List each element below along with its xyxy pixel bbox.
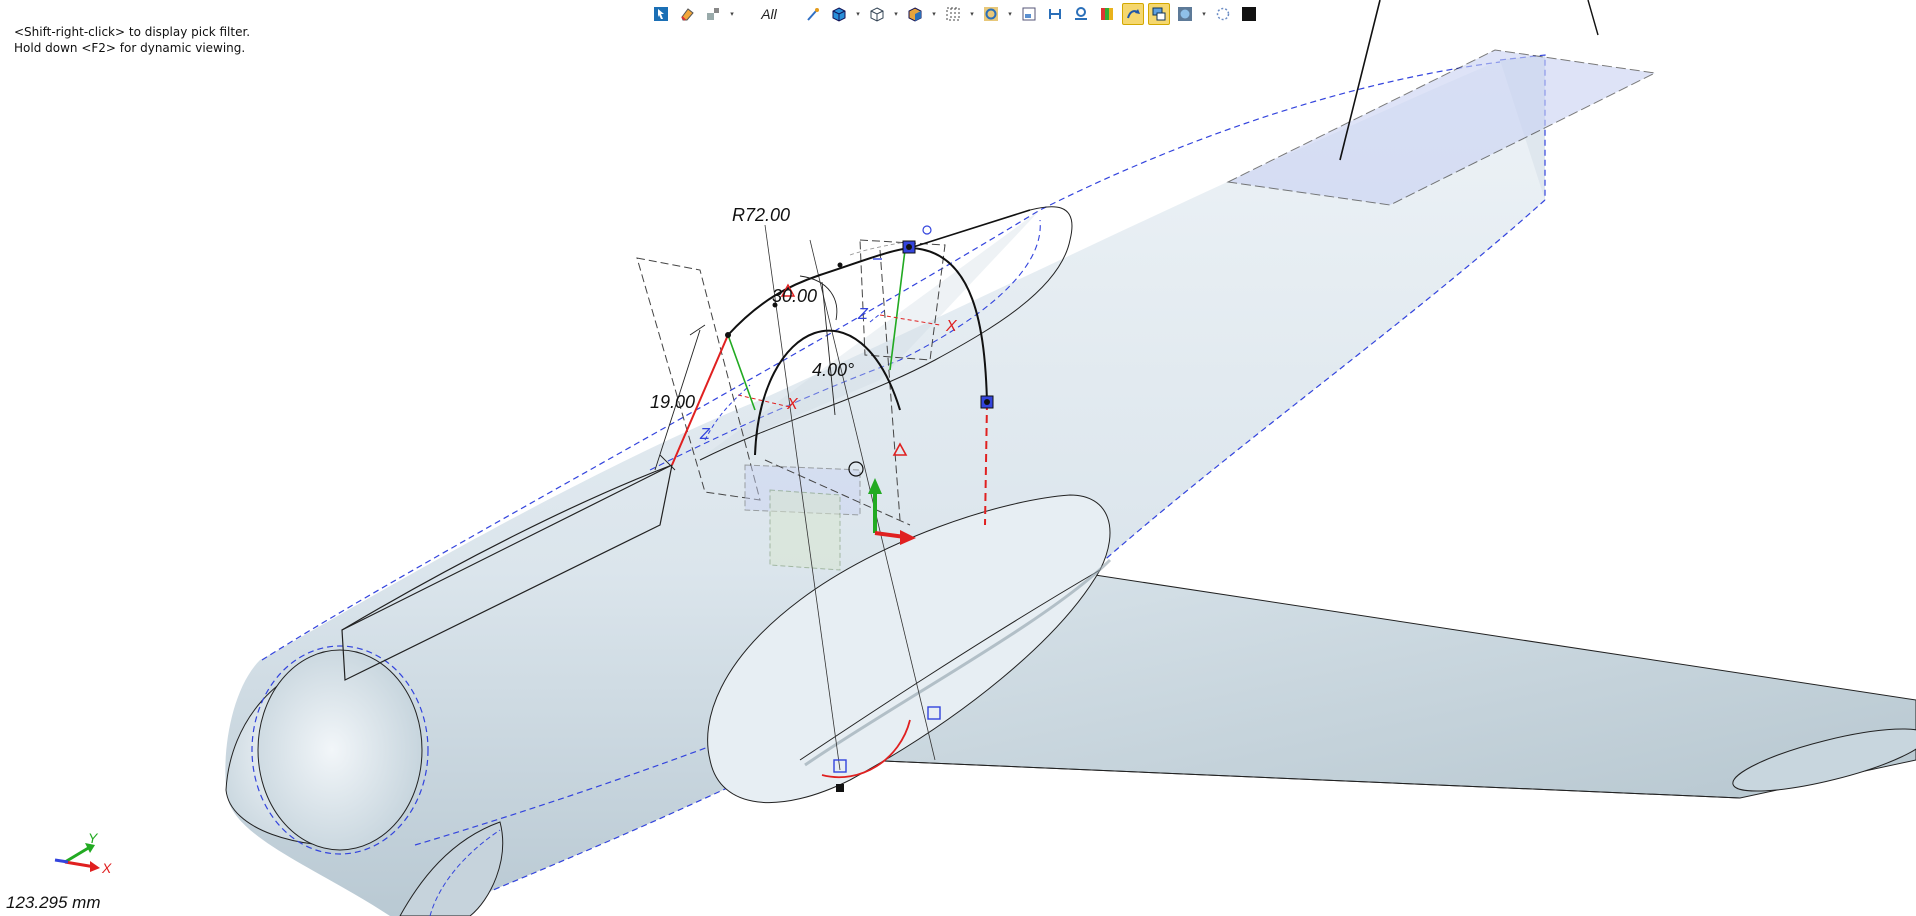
curve-arrow-icon[interactable]	[1122, 3, 1144, 25]
local-x-label-1: X	[787, 396, 798, 413]
shaded-cube-icon[interactable]	[904, 3, 926, 25]
dotted-circle-icon[interactable]	[1212, 3, 1234, 25]
triad-y-label: Y	[88, 830, 98, 846]
angle-dimension[interactable]: 4.00°	[812, 360, 854, 381]
local-z-label-2: Z	[858, 306, 868, 323]
ring-icon[interactable]	[980, 3, 1002, 25]
layers-icon[interactable]	[1148, 3, 1170, 25]
tail-sketch-plane[interactable]	[1226, 0, 1657, 206]
radius-dimension[interactable]: R72.00	[732, 205, 790, 226]
tangent-icon[interactable]	[1070, 3, 1092, 25]
cad-viewport[interactable]	[0, 0, 1916, 916]
height-dimension[interactable]: 19.00	[650, 392, 695, 413]
black-square-icon[interactable]	[1238, 3, 1260, 25]
globe-icon[interactable]	[1174, 3, 1196, 25]
wire-cube-icon[interactable]	[866, 3, 888, 25]
grid-dropdown-icon[interactable]: ▾	[968, 10, 976, 18]
snap-dropdown-icon[interactable]: ▾	[728, 10, 736, 18]
grid-icon[interactable]	[942, 3, 964, 25]
scale-readout: 123.295 mm	[6, 893, 101, 912]
local-z-label-1: Z	[700, 426, 710, 443]
ring-dropdown-icon[interactable]: ▾	[1006, 10, 1014, 18]
horizontal-icon[interactable]	[1044, 3, 1066, 25]
snap-icon[interactable]	[702, 3, 724, 25]
wire-dropdown-icon[interactable]: ▾	[892, 10, 900, 18]
hint-pick-filter: <Shift-right-click> to display pick filt…	[14, 25, 251, 39]
local-x-label-2: X	[946, 318, 957, 335]
solid-cube-icon[interactable]	[828, 3, 850, 25]
hint-dynamic-viewing: Hold down <F2> for dynamic viewing.	[14, 41, 246, 55]
view-triad[interactable]	[54, 843, 100, 872]
triad-x-label: X	[102, 860, 112, 876]
eraser-icon[interactable]	[676, 3, 698, 25]
shaded-dropdown-icon[interactable]: ▾	[930, 10, 938, 18]
cube-dropdown-icon[interactable]: ▾	[854, 10, 862, 18]
view-plane-icon[interactable]	[1018, 3, 1040, 25]
view-toolbar: ▾ All ▾ ▾ ▾ ▾ ▾ ▾	[650, 2, 1270, 26]
color-bars-icon[interactable]	[1096, 3, 1118, 25]
magic-wand-icon[interactable]	[802, 3, 824, 25]
pick-filter-label[interactable]: All	[740, 6, 798, 22]
globe-dropdown-icon[interactable]: ▾	[1200, 10, 1208, 18]
select-icon[interactable]	[650, 3, 672, 25]
length-dimension[interactable]: 30.00	[772, 286, 817, 307]
